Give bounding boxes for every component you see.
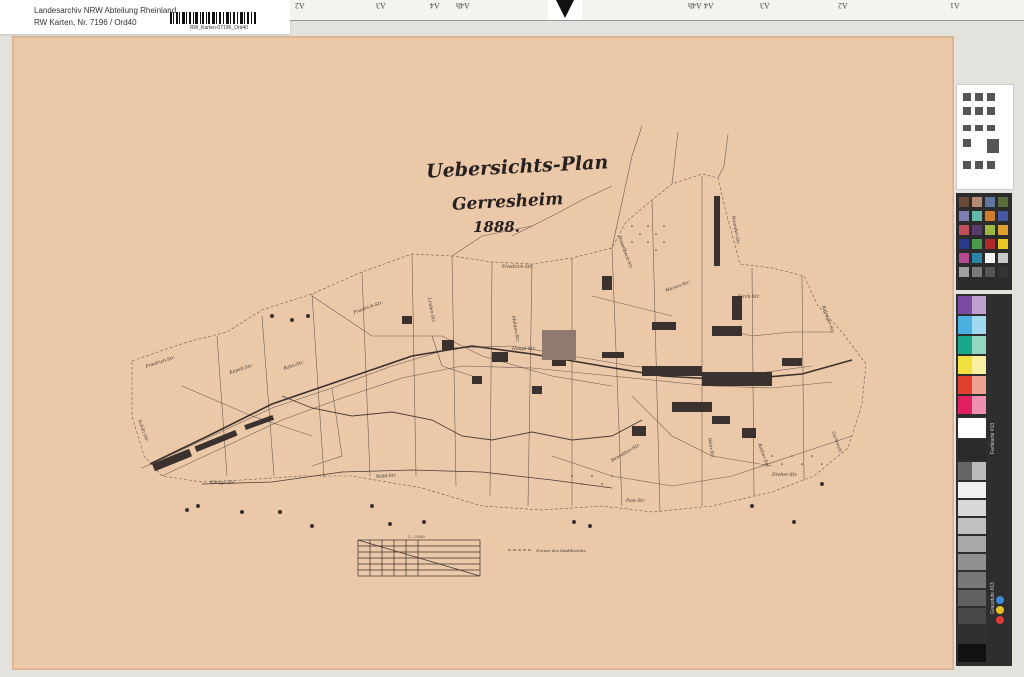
target-dots-icon bbox=[996, 596, 1004, 624]
archive-signature: RW Karten, Nr. 7196 / Ord40 bbox=[34, 18, 137, 27]
map-sheet: Friedrich-Str. Kapell-Str. Bahn-Str. Kön… bbox=[12, 36, 954, 670]
street-label: Haupt-Str. bbox=[511, 346, 536, 352]
ruler-label: A4 bbox=[430, 1, 440, 10]
color-grey-scale: Farbkarte #13 Graustufe #13 bbox=[956, 294, 1012, 666]
street-label: Friedrich-Str. bbox=[501, 264, 533, 270]
ruler-label: A2 bbox=[838, 1, 848, 10]
barcode-id: RW_Karten-07196_Ord40 bbox=[190, 25, 248, 31]
street-label: Königs-Str. bbox=[209, 480, 236, 486]
archive-name: Landesarchiv NRW Abteilung Rheinland bbox=[34, 6, 177, 15]
map-drawing: Friedrich-Str. Kapell-Str. Bahn-Str. Kön… bbox=[12, 36, 954, 670]
archive-label: Landesarchiv NRW Abteilung Rheinland RW … bbox=[0, 0, 290, 34]
ruler-center-marker-icon bbox=[548, 0, 582, 20]
target-card-icon bbox=[963, 93, 999, 169]
street-label: Post-Str. bbox=[625, 498, 646, 504]
top-ruler: A2 A3 A4 A4h A4h A4 A3 A2 A1 bbox=[290, 0, 1024, 21]
scale-label: 1 : 2500 bbox=[408, 534, 425, 539]
map-year: 1888. bbox=[473, 218, 520, 236]
ruler-label: A2 bbox=[295, 1, 305, 10]
ruler-label: A4h bbox=[688, 1, 702, 10]
color-target-card bbox=[956, 84, 1014, 190]
ruler-label: A1 bbox=[950, 1, 960, 10]
ruler-label: A3 bbox=[760, 1, 770, 10]
color-checker bbox=[956, 193, 1012, 290]
scale-label-colour: Farbkarte #13 bbox=[990, 422, 996, 454]
barcode-icon bbox=[170, 12, 256, 24]
street-label: Dreher-Str. bbox=[771, 472, 798, 478]
color-checker-swatches bbox=[959, 197, 1008, 277]
street-label: Kirch-Str. bbox=[737, 294, 760, 300]
ruler-label: A3 bbox=[376, 1, 386, 10]
legend-note: Grenze des Stadtbezirks bbox=[536, 548, 586, 553]
ruler-label: A4 bbox=[704, 1, 714, 10]
ruler-label: A4h bbox=[456, 1, 470, 10]
